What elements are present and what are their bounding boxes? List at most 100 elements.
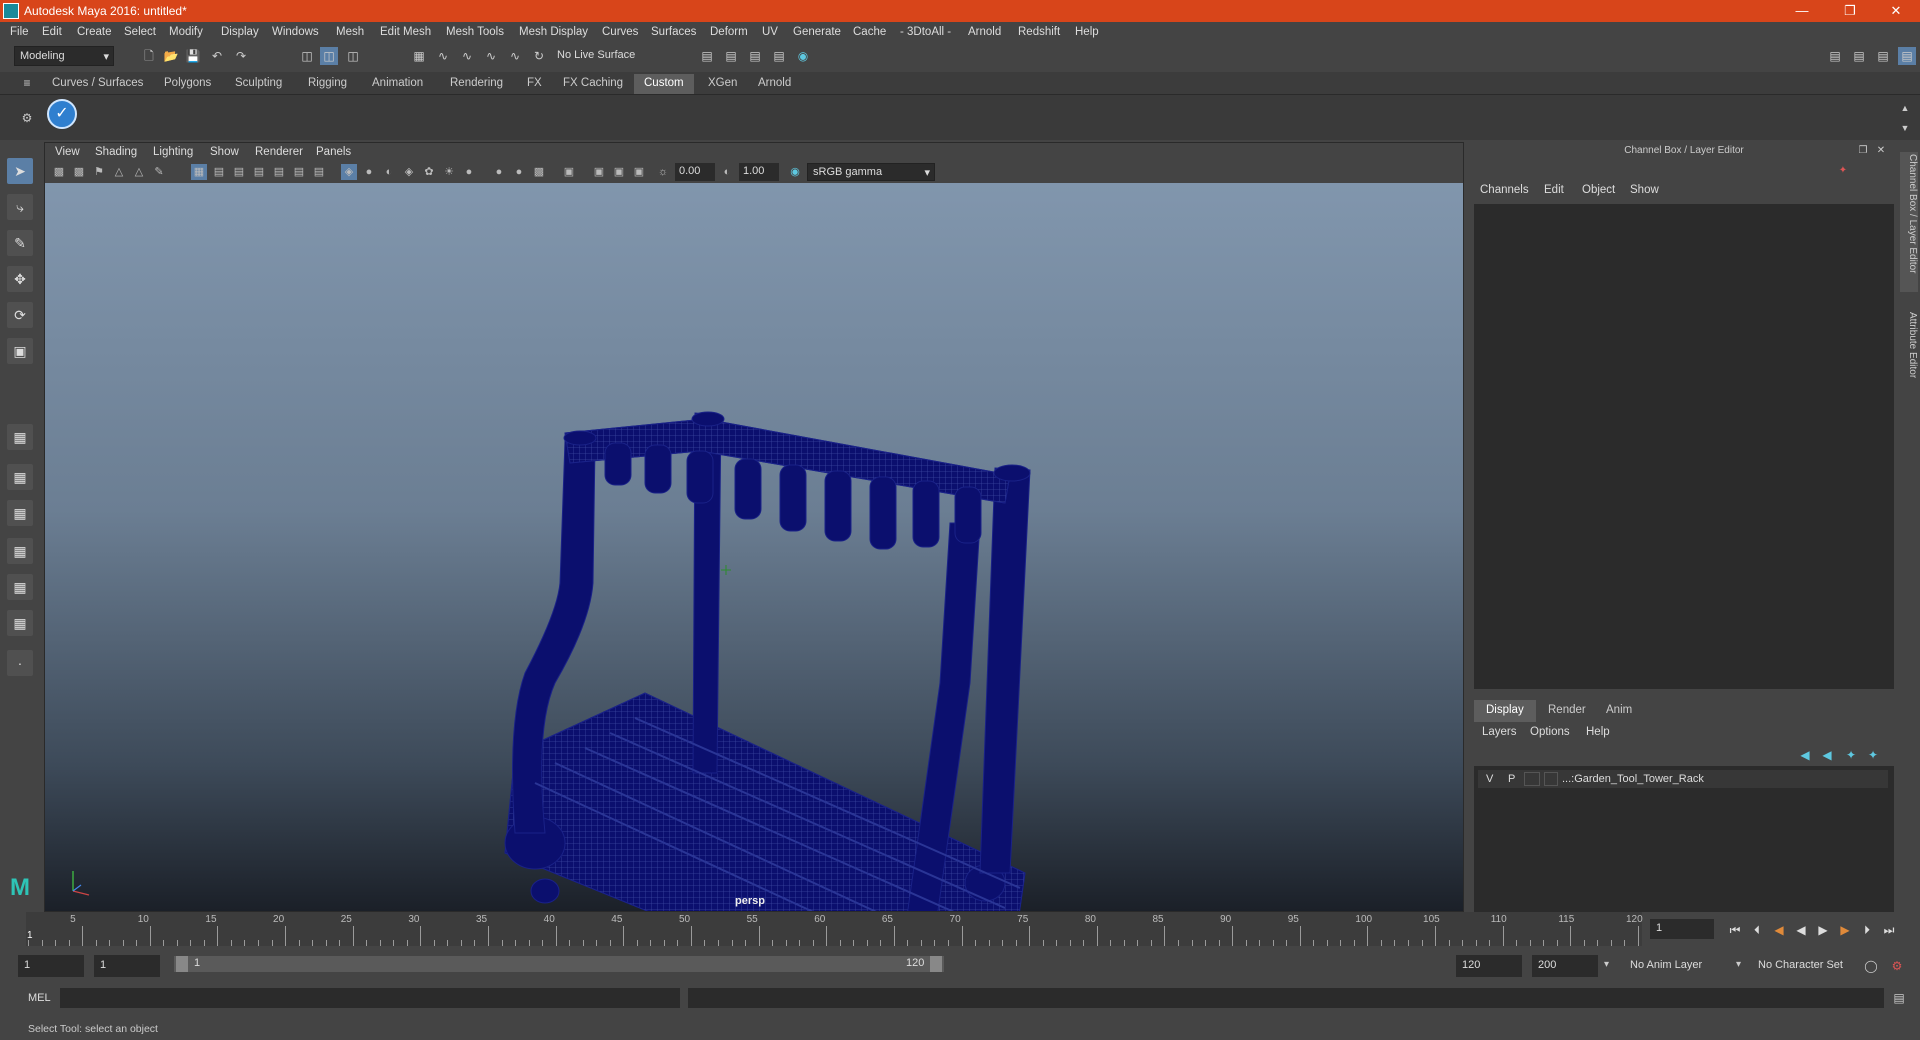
camera-select-icon[interactable]: ▩ <box>51 164 67 180</box>
isolate-select-icon[interactable]: ▣ <box>561 164 577 180</box>
snap-curve-icon[interactable]: ∿ <box>434 47 452 65</box>
persp-outliner-layout-icon[interactable]: ▦ <box>7 500 33 526</box>
layer-menu-layers[interactable]: Layers <box>1482 726 1517 738</box>
exposure-icon[interactable]: ☼ <box>655 164 671 180</box>
layer-row[interactable]: V P ...:Garden_Tool_Tower_Rack <box>1478 770 1888 788</box>
menu-windows[interactable]: Windows <box>272 26 319 38</box>
menu-cache[interactable]: Cache <box>853 26 886 38</box>
start-time-field[interactable]: 1 <box>18 955 84 977</box>
gate-mask-icon[interactable]: ▤ <box>251 164 267 180</box>
wireframe-icon[interactable]: ◈ <box>341 164 357 180</box>
menu-3dtoall[interactable]: - 3DtoAll - <box>900 26 951 38</box>
layer-menu-options[interactable]: Options <box>1530 726 1570 738</box>
cb-menu-show[interactable]: Show <box>1630 184 1659 196</box>
range-slider-bar[interactable]: 1 120 <box>174 956 944 972</box>
live-surface-field[interactable]: No Live Surface <box>552 46 648 66</box>
step-forward-frame-icon[interactable]: ▶ <box>1836 923 1854 939</box>
checkmark-shelf-icon[interactable]: ✓ <box>47 99 77 129</box>
resolution-gate-icon[interactable]: ▤ <box>231 164 247 180</box>
step-forward-key-icon[interactable]: ⏵ <box>1858 923 1876 939</box>
layer-menu-help[interactable]: Help <box>1586 726 1610 738</box>
textured-icon[interactable]: ✿ <box>421 164 437 180</box>
panel-menu-view[interactable]: View <box>55 146 80 158</box>
attribute-editor-toggle-icon[interactable]: ▤ <box>1850 47 1868 65</box>
close-panel-icon[interactable]: ✕ <box>1872 142 1890 160</box>
image-plane-icon[interactable]: △ <box>111 164 127 180</box>
snap-surface-icon[interactable]: ∿ <box>506 47 524 65</box>
panel-menu-shading[interactable]: Shading <box>95 146 137 158</box>
menu-mesh[interactable]: Mesh <box>336 26 364 38</box>
script-editor-icon[interactable]: ▤ <box>1890 989 1908 1007</box>
select-object-icon[interactable]: ◫ <box>320 47 338 65</box>
snap-live-icon[interactable]: ↻ <box>530 47 548 65</box>
panel-menu-lighting[interactable]: Lighting <box>153 146 193 158</box>
rotate-tool-icon[interactable]: ⟳ <box>7 302 33 328</box>
new-layer-selected-icon[interactable]: ✦ <box>1864 746 1882 764</box>
shelf-tab-sculpting[interactable]: Sculpting <box>225 74 292 94</box>
outliner-persp-layout-icon[interactable]: ▦ <box>7 610 33 636</box>
camera-attributes-icon[interactable]: ▩ <box>71 164 87 180</box>
shelf-tab-fx[interactable]: FX <box>517 74 552 94</box>
film-gate-icon[interactable]: ▤ <box>211 164 227 180</box>
go-to-start-icon[interactable]: ⏮ <box>1726 923 1744 939</box>
shelf-tab-rigging[interactable]: Rigging <box>298 74 357 94</box>
motion-blur-icon[interactable]: ● <box>511 164 527 180</box>
menu-redshift[interactable]: Redshift <box>1018 26 1060 38</box>
menu-create[interactable]: Create <box>77 26 112 38</box>
command-language-label[interactable]: MEL <box>28 992 51 1004</box>
anti-aliasing-icon[interactable]: ▩ <box>531 164 547 180</box>
menu-arnold[interactable]: Arnold <box>968 26 1001 38</box>
menu-uv[interactable]: UV <box>762 26 778 38</box>
render-view-icon[interactable]: ▤ <box>770 47 788 65</box>
single-perspective-layout-icon[interactable]: ▦ <box>7 424 33 450</box>
channel-box-toggle-icon[interactable]: ▤ <box>1898 47 1916 65</box>
render-settings-icon[interactable]: ▤ <box>698 47 716 65</box>
menu-curves[interactable]: Curves <box>602 26 638 38</box>
menu-generate[interactable]: Generate <box>793 26 841 38</box>
redo-icon[interactable]: ↷ <box>232 47 250 65</box>
panel-menu-renderer[interactable]: Renderer <box>255 146 303 158</box>
shelf-scroll-up-icon[interactable]: ▲ <box>1896 99 1914 117</box>
channel-box-key-icon[interactable]: ✦ <box>1834 162 1852 180</box>
menu-mesh-tools[interactable]: Mesh Tools <box>446 26 504 38</box>
safe-title-icon[interactable]: ▤ <box>311 164 327 180</box>
menu-deform[interactable]: Deform <box>710 26 748 38</box>
cb-menu-channels[interactable]: Channels <box>1480 184 1529 196</box>
play-forwards-icon[interactable]: ▶ <box>1814 923 1832 939</box>
range-end-handle[interactable] <box>930 956 942 972</box>
lasso-tool-icon[interactable]: ⤷ <box>7 194 33 220</box>
menu-edit-mesh[interactable]: Edit Mesh <box>380 26 431 38</box>
layer-tab-render[interactable]: Render <box>1536 700 1598 722</box>
snap-point-icon[interactable]: ∿ <box>458 47 476 65</box>
menu-display[interactable]: Display <box>221 26 259 38</box>
new-scene-icon[interactable]: 🗋 <box>140 47 158 65</box>
four-view-layout-icon[interactable]: ▦ <box>7 464 33 490</box>
smooth-shade-icon[interactable]: ● <box>361 164 377 180</box>
anim-layer-dropdown[interactable]: No Anim Layer <box>1624 955 1724 977</box>
select-hierarchy-icon[interactable]: ◫ <box>298 47 316 65</box>
shelf-scroll-down-icon[interactable]: ▼ <box>1896 119 1914 137</box>
shelf-tab-arnold[interactable]: Arnold <box>748 74 801 94</box>
menu-file[interactable]: File <box>10 26 29 38</box>
snap-view-icon[interactable]: ∿ <box>482 47 500 65</box>
shelf-tab-rendering[interactable]: Rendering <box>440 74 513 94</box>
shelf-tab-xgen[interactable]: XGen <box>698 74 747 94</box>
custom-layout-icon[interactable]: · <box>7 650 33 676</box>
shelf-tab-curves-surfaces[interactable]: Curves / Surfaces <box>42 74 153 94</box>
xray-joints-icon[interactable]: ▣ <box>631 164 647 180</box>
shelf-settings-icon[interactable]: ⚙ <box>18 109 36 127</box>
range-start-handle[interactable] <box>176 956 188 972</box>
paint-select-tool-icon[interactable]: ✎ <box>7 230 33 256</box>
layer-tab-display[interactable]: Display <box>1474 700 1536 722</box>
time-ruler[interactable]: 5 10 15 20 25 30 35 40 45 50 55 60 65 70 75 80 85 90 95 100… <box>26 912 1643 946</box>
channel-box-pane[interactable] <box>1474 204 1894 689</box>
menu-select[interactable]: Select <box>124 26 156 38</box>
flat-shade-icon[interactable]: ◐ <box>381 164 397 180</box>
scale-tool-icon[interactable]: ▣ <box>7 338 33 364</box>
cb-menu-object[interactable]: Object <box>1582 184 1615 196</box>
end-time-field[interactable]: 200 <box>1532 955 1598 977</box>
new-layer-icon[interactable]: ✦ <box>1842 746 1860 764</box>
panel-menu-show[interactable]: Show <box>210 146 239 158</box>
cb-menu-edit[interactable]: Edit <box>1544 184 1564 196</box>
shelf-tab-custom[interactable]: Custom <box>634 74 694 94</box>
